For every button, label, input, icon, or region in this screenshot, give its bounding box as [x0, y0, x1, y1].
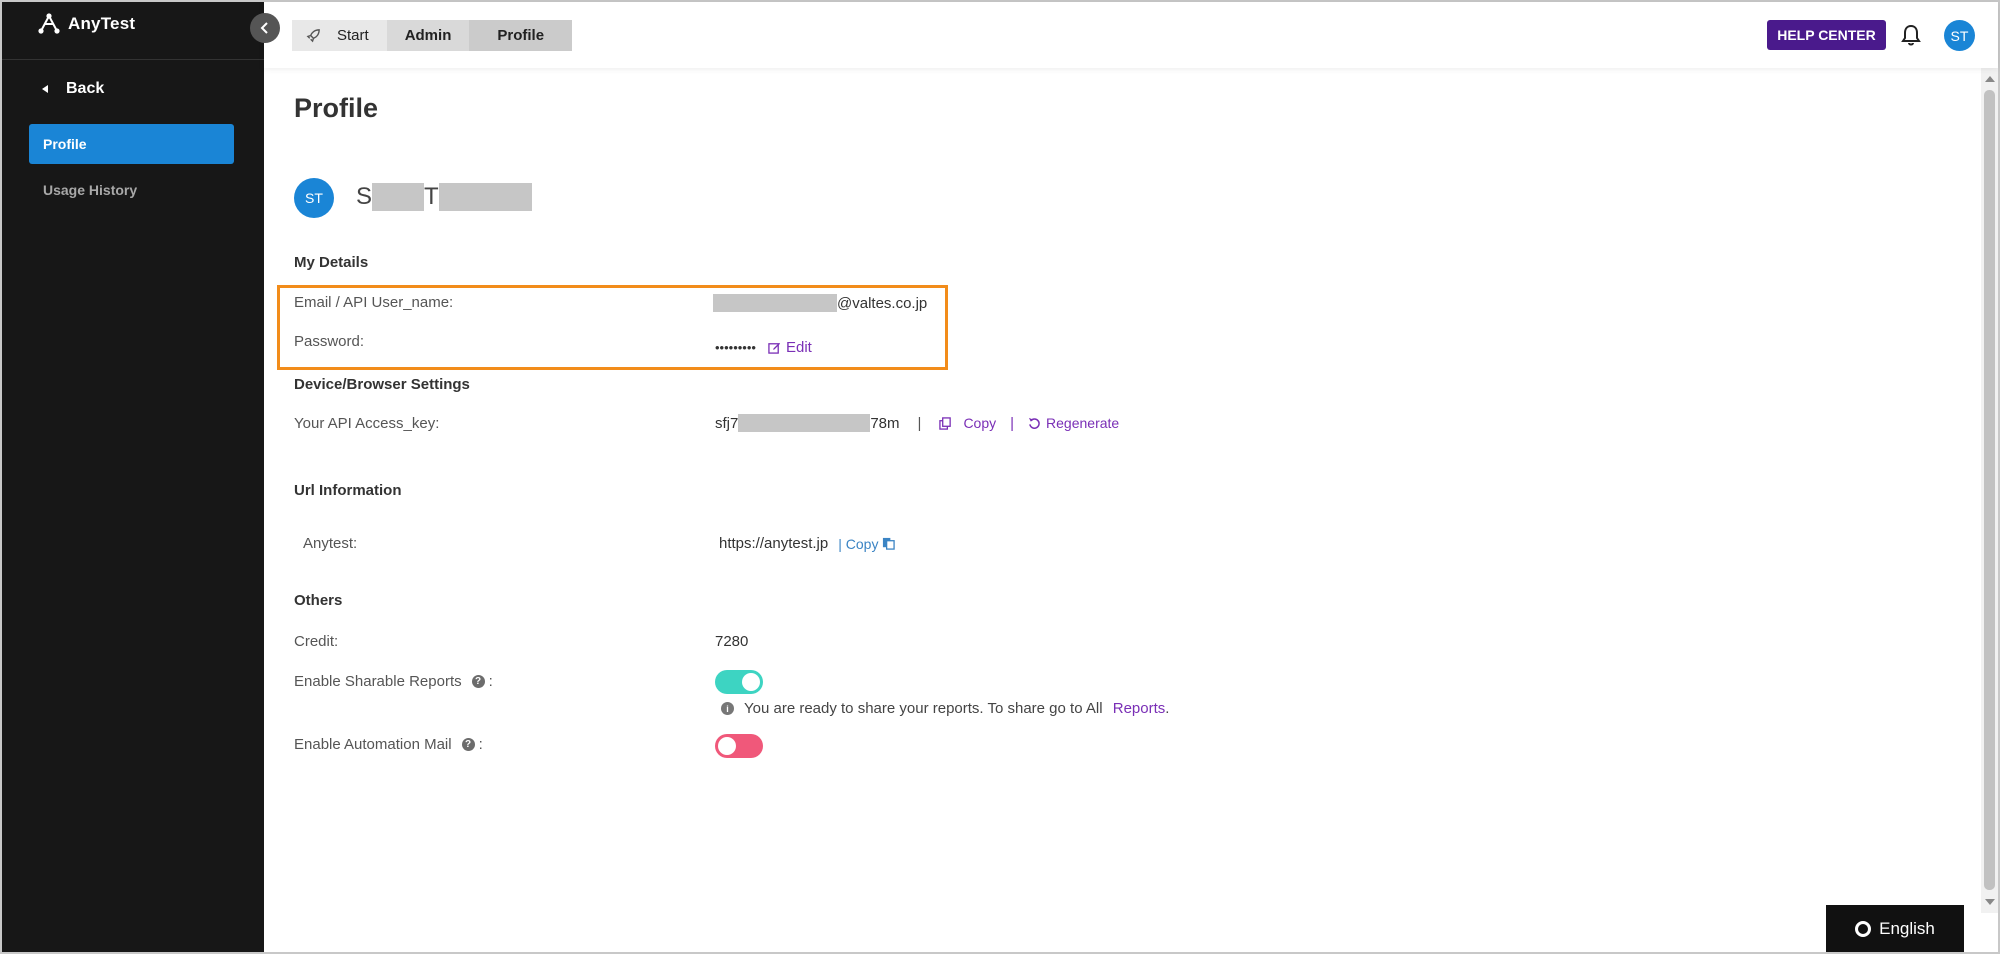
sidebar-item-label: Usage History [43, 182, 138, 198]
breadcrumb-profile[interactable]: Profile [469, 20, 573, 51]
toggle-knob [718, 737, 736, 755]
label-colon: : [488, 673, 493, 690]
language-selector-button[interactable]: English [1826, 905, 1964, 952]
edit-password-link[interactable]: Edit [768, 339, 812, 356]
sidebar-item-usage-history[interactable]: Usage History [29, 170, 234, 210]
scroll-down-arrow-icon[interactable] [1985, 899, 1995, 905]
globe-icon [1855, 920, 1872, 937]
automation-mail-label: Enable Automation Mail ? : [294, 736, 483, 753]
reports-link[interactable]: Reports [1113, 700, 1166, 717]
credit-value: 7280 [715, 633, 749, 650]
brand-name: AnyTest [68, 14, 136, 33]
user-name: S T [356, 183, 532, 211]
automation-mail-toggle[interactable] [715, 734, 763, 758]
separator: | [1010, 414, 1015, 432]
api-key-value: sfj7 78m | Copy | Regenerate [715, 414, 1119, 432]
copy-label: Copy [963, 415, 997, 431]
toggle-knob [742, 673, 760, 691]
copy-icon [939, 416, 952, 430]
breadcrumb-start[interactable]: Start [292, 20, 387, 51]
brand-logo[interactable]: AnyTest [36, 12, 135, 36]
password-mask: ••••••••• [715, 340, 756, 355]
breadcrumb-admin[interactable]: Admin [386, 20, 470, 51]
share-note-end: . [1165, 700, 1170, 717]
edit-icon [768, 342, 781, 354]
name-first-initial: S [356, 183, 373, 210]
automation-mail-text: Enable Automation Mail [294, 736, 452, 753]
name-last-initial: T [424, 183, 439, 210]
anytest-url-value: https://anytest.jp | Copy [719, 535, 896, 552]
email-label: Email / API User_name: [294, 294, 454, 311]
refresh-icon [1028, 417, 1040, 429]
back-label: Back [66, 80, 105, 97]
others-heading: Others [294, 592, 343, 609]
device-settings-heading: Device/Browser Settings [294, 376, 470, 393]
api-key-label: Your API Access_key: [294, 415, 440, 432]
copy-icon [883, 537, 896, 550]
vertical-scrollbar[interactable] [1981, 68, 1998, 913]
rocket-icon [306, 29, 320, 43]
user-avatar-menu[interactable]: ST [1944, 20, 1975, 51]
copy-api-key-button[interactable]: Copy [939, 415, 996, 431]
url-information-heading: Url Information [294, 482, 402, 499]
sidebar-collapse-button[interactable] [250, 13, 280, 43]
regenerate-label: Regenerate [1046, 415, 1120, 431]
back-button[interactable]: Back [42, 80, 104, 98]
bell-icon[interactable] [1900, 23, 1922, 47]
sharable-reports-toggle[interactable] [715, 670, 763, 694]
help-center-button[interactable]: HELP CENTER [1767, 20, 1886, 50]
separator: | [917, 414, 922, 432]
label-colon: : [478, 736, 483, 753]
credit-label: Credit: [294, 633, 339, 650]
language-label: English [1879, 918, 1935, 938]
copy-label: | Copy [838, 535, 879, 552]
edit-label: Edit [785, 339, 812, 356]
share-note-body: You are ready to share your reports. To … [744, 700, 1103, 717]
sharable-reports-label: Enable Sharable Reports ? : [294, 673, 493, 690]
share-info-note: i You are ready to share your reports. T… [721, 700, 1169, 717]
api-key-prefix: sfj7 [715, 414, 739, 432]
password-label: Password: [294, 333, 365, 350]
scroll-up-arrow-icon[interactable] [1985, 76, 1995, 82]
email-domain: @valtes.co.jp [837, 294, 928, 312]
scroll-thumb[interactable] [1984, 90, 1995, 890]
anytest-url: https://anytest.jp [719, 535, 829, 552]
help-icon[interactable]: ? [461, 738, 475, 751]
chevron-left-icon [260, 22, 268, 34]
regenerate-api-key-button[interactable]: Regenerate [1028, 415, 1119, 431]
breadcrumb-label: Profile [497, 27, 545, 44]
sidebar-item-profile[interactable]: Profile [29, 124, 234, 164]
page-title: Profile [294, 93, 379, 123]
profile-avatar: ST [294, 178, 334, 218]
copy-url-button[interactable]: | Copy [838, 535, 896, 552]
breadcrumb-label: Start [337, 27, 369, 44]
caret-left-icon [42, 85, 48, 93]
password-value: ••••••••• Edit [715, 339, 812, 356]
my-details-heading: My Details [294, 254, 369, 271]
breadcrumb-label: Admin [404, 27, 452, 44]
top-bar: Start Admin Profile HELP CENTER ST [264, 2, 1998, 68]
api-key-suffix: 78m [870, 414, 900, 432]
anytest-logo-icon [38, 13, 60, 34]
redacted-block [438, 183, 532, 211]
anytest-url-label: Anytest: [303, 535, 358, 552]
redacted-block [738, 414, 871, 432]
info-icon: i [721, 702, 734, 715]
sidebar-item-label: Profile [43, 136, 87, 152]
redacted-block [713, 294, 837, 312]
help-icon[interactable]: ? [471, 675, 485, 688]
share-note-text: You are ready to share your reports. To … [744, 700, 1169, 717]
sharable-reports-text: Enable Sharable Reports [294, 673, 462, 690]
breadcrumb: Start Admin Profile [292, 20, 573, 51]
email-value: @valtes.co.jp [713, 294, 927, 312]
sidebar: AnyTest Back Profile Usage History [2, 2, 264, 952]
redacted-block [372, 183, 425, 211]
main-content: Profile ST S T My Details Email / API Us… [264, 68, 1979, 952]
sidebar-divider [2, 59, 264, 60]
